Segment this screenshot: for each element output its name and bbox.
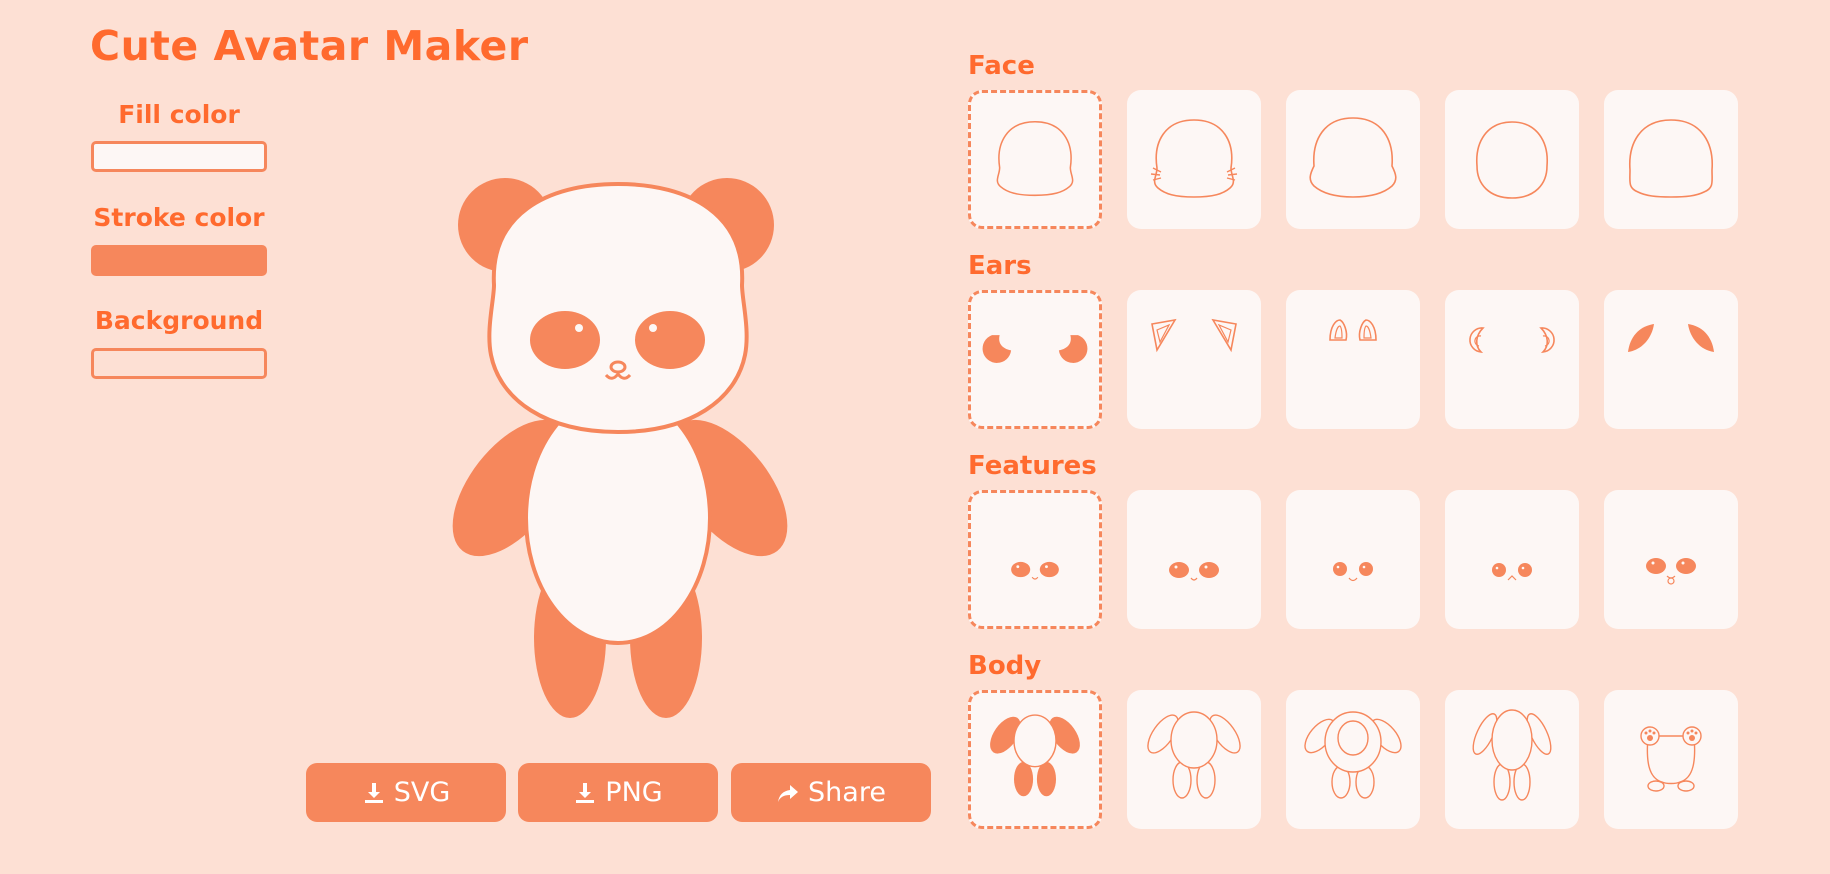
features-option-2[interactable]	[1127, 490, 1261, 629]
body-option-4[interactable]	[1445, 690, 1579, 829]
ears-option-1[interactable]	[968, 290, 1102, 429]
body-option-5[interactable]	[1604, 690, 1738, 829]
fill-color-picker[interactable]	[91, 141, 267, 172]
ears-option-2[interactable]	[1127, 290, 1261, 429]
share-icon	[778, 784, 799, 802]
ears-option-3[interactable]	[1286, 290, 1420, 429]
outline-body-icon	[1147, 711, 1241, 799]
cat-features-icon	[1492, 563, 1532, 581]
download-svg-button[interactable]: SVG	[306, 763, 506, 822]
download-icon	[364, 782, 383, 803]
face-option-4[interactable]	[1445, 90, 1579, 229]
round-face-shape-icon	[1476, 121, 1548, 199]
round-ears-icon	[982, 335, 1088, 363]
body-option-1[interactable]	[968, 690, 1102, 829]
download-png-button[interactable]: PNG	[518, 763, 718, 822]
wide-face-shape-icon	[1629, 119, 1713, 198]
avatar-right-eye-patch	[635, 311, 705, 369]
download-icon	[576, 782, 595, 803]
cat-ears-icon	[1151, 318, 1237, 353]
section-title-features: Features	[968, 451, 1097, 481]
features-option-5[interactable]	[1604, 490, 1738, 629]
panda-body-icon	[990, 714, 1080, 797]
face-shape-icon	[996, 121, 1074, 197]
app-title: Cute Avatar Maker	[90, 22, 529, 70]
section-title-ears: Ears	[968, 251, 1032, 281]
stroke-color-picker[interactable]	[91, 245, 267, 276]
face-option-2[interactable]	[1127, 90, 1261, 229]
avatar-right-eye-shine	[649, 324, 657, 332]
avatar-left-eye-patch	[530, 311, 600, 369]
features-option-1[interactable]	[968, 490, 1102, 629]
background-color-label: Background	[94, 306, 264, 335]
face-option-5[interactable]	[1604, 90, 1738, 229]
floppy-ears-icon	[1628, 324, 1714, 352]
avatar-preview	[452, 178, 788, 718]
small-eyes-features-icon	[1333, 562, 1373, 582]
ears-option-4[interactable]	[1445, 290, 1579, 429]
fluffy-face-shape-icon	[1309, 117, 1397, 198]
tongue-features-icon	[1646, 558, 1696, 585]
slim-body-icon	[1472, 709, 1552, 801]
share-label: Share	[808, 777, 886, 808]
avatar-head	[487, 181, 749, 435]
download-svg-label: SVG	[393, 777, 451, 808]
ears-option-5[interactable]	[1604, 290, 1738, 429]
features-option-3[interactable]	[1286, 490, 1420, 629]
share-button[interactable]: Share	[731, 763, 931, 822]
face-option-1[interactable]	[968, 90, 1102, 229]
section-title-face: Face	[968, 51, 1035, 81]
body-option-3[interactable]	[1286, 690, 1420, 829]
section-title-body: Body	[968, 651, 1042, 681]
oval-eyes-features-icon	[1169, 562, 1219, 581]
cat-face-shape-icon	[1150, 119, 1238, 198]
paws-body-icon	[1640, 726, 1702, 792]
panda-features-icon	[1011, 561, 1059, 580]
features-option-4[interactable]	[1445, 490, 1579, 629]
background-color-picker[interactable]	[91, 348, 267, 379]
body-option-2[interactable]	[1127, 690, 1261, 829]
mouse-ears-icon	[1469, 327, 1555, 353]
download-png-label: PNG	[605, 777, 663, 808]
belly-body-icon	[1304, 711, 1402, 799]
avatar-left-eye-shine	[575, 324, 583, 332]
fill-color-label: Fill color	[118, 100, 240, 129]
fox-ears-icon	[1329, 319, 1377, 341]
stroke-color-label: Stroke color	[93, 203, 265, 232]
face-option-3[interactable]	[1286, 90, 1420, 229]
